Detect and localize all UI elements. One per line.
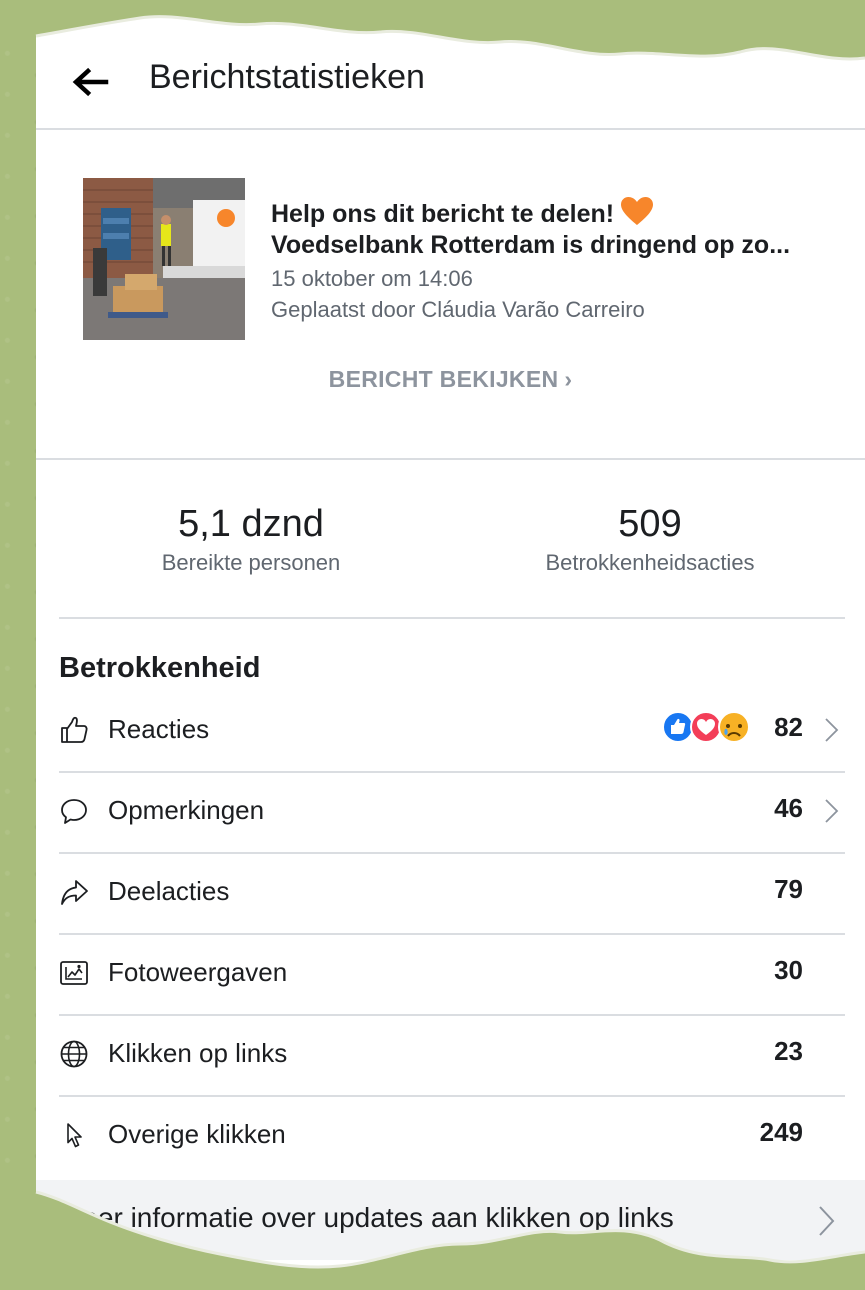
sad-reaction-icon — [718, 711, 750, 743]
engagement-section-title: Betrokkenheid — [59, 652, 261, 684]
row-label: Deelacties — [108, 876, 230, 906]
post-title-line2: Voedselbank Rotterdam is dringend op zo.… — [271, 231, 791, 259]
chevron-right-icon — [825, 799, 839, 823]
post-author: Geplaatst door Cláudia Varão Carreiro — [271, 297, 645, 322]
cursor-icon — [67, 1123, 82, 1148]
view-post-label: BERICHT BEKIJKEN — [328, 366, 559, 392]
row-label: Overige klikken — [108, 1119, 286, 1149]
post-date: 15 oktober om 14:06 — [271, 266, 473, 291]
row-label: Opmerkingen — [108, 795, 265, 825]
thumbs-up-icon — [61, 716, 88, 743]
engagement-label: Betrokkenheidsacties — [545, 550, 755, 575]
photo-icon — [60, 961, 88, 985]
row-value: 79 — [774, 874, 803, 904]
chevron-right-icon — [825, 718, 839, 742]
row-value: 249 — [759, 1117, 803, 1147]
row-value: 23 — [774, 1036, 803, 1066]
engagement-row-shares: Deelacties 79 — [59, 852, 845, 935]
engagement-row-reactions[interactable]: Reacties 82 — [59, 690, 845, 773]
share-icon — [61, 880, 88, 905]
divider — [59, 617, 845, 619]
stats-summary: 5,1 dznd Bereikte personen 509 Betrokken… — [36, 460, 865, 618]
engagement-stat: 509 Betrokkenheidsacties — [470, 502, 830, 576]
post-title-line1: Help ons dit bericht te delen! — [271, 196, 851, 231]
post-thumbnail[interactable] — [83, 178, 245, 340]
row-label: Fotoweergaven — [108, 957, 288, 987]
engagement-row-other-clicks: Overige klikken 249 — [59, 1095, 845, 1176]
reaction-icons — [662, 711, 750, 743]
reach-value: 5,1 dznd — [178, 503, 324, 545]
like-reaction-icon — [662, 711, 694, 743]
torn-paper-bottom-edge — [0, 1190, 865, 1290]
comment-icon — [61, 799, 87, 824]
view-post-chevron-icon: › — [564, 366, 573, 392]
engagement-row-link-clicks: Klikken op links 23 — [59, 1014, 845, 1097]
row-label: Klikken op links — [108, 1038, 288, 1068]
orange-heart-icon — [621, 197, 654, 225]
globe-icon — [60, 1040, 88, 1068]
engagement-value: 509 — [618, 503, 682, 545]
love-reaction-icon — [690, 711, 722, 743]
engagement-row-comments[interactable]: Opmerkingen 46 — [59, 771, 845, 854]
post-preview: Help ons dit bericht te delen! Voedselba… — [36, 130, 865, 460]
view-post-button[interactable]: BERICHT BEKIJKEN › — [36, 366, 865, 393]
row-label: Reacties — [108, 714, 210, 744]
torn-paper-top-edge — [0, 0, 865, 61]
engagement-row-photo-views: Fotoweergaven 30 — [59, 933, 845, 1016]
reach-label: Bereikte personen — [161, 550, 341, 575]
reach-stat: 5,1 dznd Bereikte personen — [71, 502, 431, 576]
row-value: 82 — [774, 712, 803, 742]
row-value: 30 — [774, 955, 803, 985]
row-value: 46 — [774, 793, 803, 823]
